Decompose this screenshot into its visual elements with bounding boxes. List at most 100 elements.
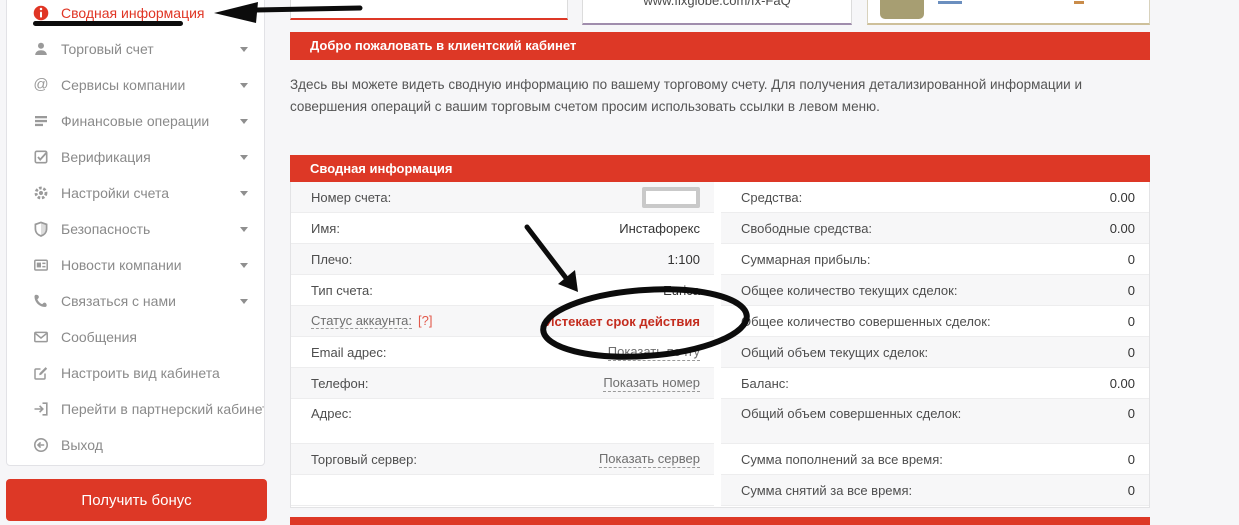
summary-row: Свободные средства: 0.00 <box>721 213 1149 244</box>
sidebar-item-label: Новости компании <box>61 257 182 273</box>
checkbox-check-icon <box>32 149 50 165</box>
sidebar-item[interactable]: Торговый счет <box>7 31 264 67</box>
list-icon <box>32 113 50 129</box>
row-label-text: Номер счета: <box>311 190 391 205</box>
sidebar-item[interactable]: @ Сервисы компании <box>7 67 264 103</box>
summary-row: Общее количество совершенных сделок:0 <box>721 306 1149 337</box>
notice-card-faq[interactable]: www.fixglobe.com/fx-FaQ <box>582 0 852 25</box>
sidebar-item[interactable]: Настроить вид кабинета <box>7 355 264 391</box>
sidebar-item[interactable]: Новости компании <box>7 247 264 283</box>
reveal-link[interactable]: Показать номер <box>603 375 700 392</box>
row-label: Адрес: <box>311 406 352 421</box>
sidebar-item-label: Сводная информация <box>61 5 205 21</box>
summary-row: Сумма пополнений за все время:0 <box>721 444 1149 475</box>
shield-icon <box>32 221 50 237</box>
sidebar-menu: Сводная информация Торговый счет @ Сервисы … <box>7 0 264 463</box>
sidebar-item[interactable]: Безопасность <box>7 211 264 247</box>
phone-icon <box>32 293 50 309</box>
sidebar-item-label: Безопасность <box>61 221 150 237</box>
row-label-text: Торговый сервер: <box>311 452 417 467</box>
summary-row: Торговый сервер: Показать сервер <box>291 444 714 475</box>
sidebar-item-label: Настройки счета <box>61 185 169 201</box>
row-label: Имя: <box>311 221 340 236</box>
summary-row: Статус аккаунта:[?]Истекает срок действи… <box>291 306 714 337</box>
row-label-text: Адрес: <box>311 406 352 421</box>
summary-row: Email адрес: Показать почту <box>291 337 714 368</box>
summary-row: Адрес: <box>291 399 714 444</box>
notice-card-account[interactable] <box>290 0 568 20</box>
chevron-down-icon <box>240 263 248 268</box>
row-label: Свободные средства: <box>741 221 872 236</box>
row-label-text: Общее количество текущих сделок: <box>741 283 957 298</box>
summary-card: Сводная информация Номер счета:Имя:Инста… <box>290 155 1150 508</box>
sidebar-item[interactable]: Сообщения <box>7 319 264 355</box>
notice-card-promo[interactable] <box>867 0 1150 25</box>
sidebar-item-label: Связаться с нами <box>61 293 176 309</box>
account-status-link[interactable]: Статус аккаунта: <box>311 313 412 329</box>
info-icon <box>32 5 50 21</box>
logout-icon <box>32 437 50 453</box>
at-icon: @ <box>32 77 50 93</box>
sidebar-item-label: Сервисы компании <box>61 77 185 93</box>
summary-row: Номер счета: <box>291 182 714 213</box>
envelope-icon <box>32 329 50 345</box>
summary-row <box>291 475 714 506</box>
summary-row: Плечо:1:100 <box>291 244 714 275</box>
row-label: Email адрес: <box>311 345 387 360</box>
row-label-text: Общее количество совершенных сделок: <box>741 314 991 329</box>
row-label-text: Email адрес: <box>311 345 387 360</box>
reveal-link[interactable]: Показать сервер <box>599 451 700 468</box>
sidebar-item-label: Сообщения <box>61 329 137 345</box>
chevron-down-icon <box>240 299 248 304</box>
row-label-text: Сумма снятий за все время: <box>741 483 912 498</box>
clipped-text-fragment <box>938 1 962 4</box>
sign-in-icon <box>32 401 50 417</box>
sidebar-item[interactable]: Связаться с нами <box>7 283 264 319</box>
row-value: 0 <box>1128 452 1135 467</box>
chevron-down-icon <box>240 119 248 124</box>
row-label: Тип счета: <box>311 283 373 298</box>
summary-right-column: Средства: 0.00 Свободные средства: 0.00 Сумм… <box>721 182 1149 507</box>
gear-icon <box>32 185 50 201</box>
welcome-banner: Добро пожаловать в клиентский кабинет <box>290 32 1150 60</box>
summary-row: Имя: Инстафорекс <box>291 213 714 244</box>
sidebar-panel: Сводная информация Торговый счет @ Сервисы … <box>6 0 265 466</box>
row-label: Общий объем текущих сделок: <box>741 345 928 360</box>
summary-row: Общее количество текущих сделок: 0 <box>721 275 1149 306</box>
sidebar-item[interactable]: Настройки счета <box>7 175 264 211</box>
sidebar-item[interactable]: Финансовые операции <box>7 103 264 139</box>
row-label-text: Общий объем текущих сделок: <box>741 345 928 360</box>
row-value: 0 <box>1128 283 1135 298</box>
reveal-link[interactable]: Показать почту <box>608 344 700 361</box>
help-question-link[interactable]: [?] <box>418 313 432 328</box>
sidebar-item-label: Выход <box>61 437 103 453</box>
summary-row: Сумма снятий за все время:0 <box>721 475 1149 506</box>
chevron-down-icon <box>240 47 248 52</box>
edit-icon <box>32 365 50 381</box>
sidebar-item[interactable]: Выход <box>7 427 264 463</box>
row-label-text: Имя: <box>311 221 340 236</box>
row-label: Суммарная прибыль: <box>741 252 870 267</box>
row-value: 0.00 <box>1110 221 1135 236</box>
row-value: 0 <box>1128 345 1135 360</box>
sidebar-item-label: Настроить вид кабинета <box>61 365 220 381</box>
row-label: Общее количество текущих сделок: <box>741 283 957 298</box>
sidebar-item-label: Торговый счет <box>61 41 154 57</box>
sidebar-item[interactable]: Верификация <box>7 139 264 175</box>
row-label: Средства: <box>741 190 802 205</box>
row-label-text: Тип счета: <box>311 283 373 298</box>
sidebar-item-label: Верификация <box>61 149 151 165</box>
sidebar-item[interactable]: Перейти в партнерский кабинет <box>7 391 264 427</box>
row-label-text: Общий объем совершенных сделок: <box>741 406 961 421</box>
sidebar-item[interactable]: Сводная информация <box>7 0 264 31</box>
newspaper-icon <box>32 257 50 273</box>
row-value: 0.00 <box>1110 190 1135 205</box>
row-value: 0 <box>1128 406 1135 421</box>
get-bonus-button[interactable]: Получить бонус <box>6 479 267 521</box>
faq-link[interactable]: www.fixglobe.com/fx-FaQ <box>583 0 851 10</box>
sidebar-item-label: Перейти в партнерский кабинет <box>61 401 265 417</box>
row-label-text: Суммарная прибыль: <box>741 252 870 267</box>
chevron-down-icon <box>240 191 248 196</box>
row-value: Инстафорекс <box>619 221 700 236</box>
row-label: Общее количество совершенных сделок: <box>741 314 991 329</box>
